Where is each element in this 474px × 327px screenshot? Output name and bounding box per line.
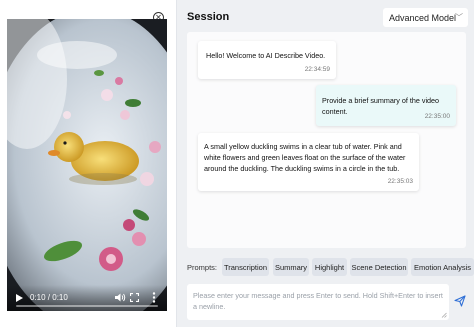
user-message: Provide a brief summary of the video con… [316,85,456,126]
assistant-message: Hello! Welcome to AI Describe Video. 22:… [198,41,336,79]
message-text: A small yellow duckling swims in a clear… [204,142,406,173]
prompt-chip-highlight[interactable]: Highlight [312,258,347,276]
prompt-chip-emotion-analysis[interactable]: Emotion Analysis [411,258,474,276]
play-icon[interactable] [16,294,23,302]
session-panel: Session Advanced Model ﹀ Hello! Welcome … [178,0,474,327]
prompt-chip-summary[interactable]: Summary [273,258,309,276]
video-time: 0:10 / 0:10 [30,293,68,302]
more-options-icon[interactable] [152,292,156,303]
assistant-message: A small yellow duckling swims in a clear… [198,133,419,191]
chat-history[interactable]: Hello! Welcome to AI Describe Video. 22:… [187,32,466,248]
message-text: Hello! Welcome to AI Describe Video. [206,51,326,60]
send-icon[interactable] [454,295,466,307]
message-timestamp: 22:35:03 [387,178,413,185]
prompts-label: Prompts: [187,263,218,272]
prompts-row: Prompts: Transcription Summary Highlight… [187,258,474,276]
chevron-down-icon: ﹀ [455,13,463,22]
message-timestamp: 22:34:59 [304,66,330,73]
seek-bar[interactable] [16,305,158,307]
message-timestamp: 22:35:00 [424,113,450,120]
prompt-chip-transcription[interactable]: Transcription [222,258,269,276]
model-select-value: Advanced Model [389,12,457,23]
video-frame [7,19,167,311]
video-controls: 0:10 / 0:10 [7,285,167,311]
video-player[interactable]: 0:10 / 0:10 [7,19,167,311]
video-panel: ✕ 0:10 / 0:10 [0,0,177,327]
model-select[interactable]: Advanced Model ﹀ [383,8,468,27]
prompt-chip-scene-detection[interactable]: Scene Detection [350,258,408,276]
message-input[interactable] [193,290,443,314]
session-title: Session [187,11,230,23]
volume-icon[interactable] [114,292,126,303]
message-input-box [187,284,449,320]
fullscreen-icon[interactable] [130,293,139,302]
resize-handle-icon[interactable] [441,312,447,318]
